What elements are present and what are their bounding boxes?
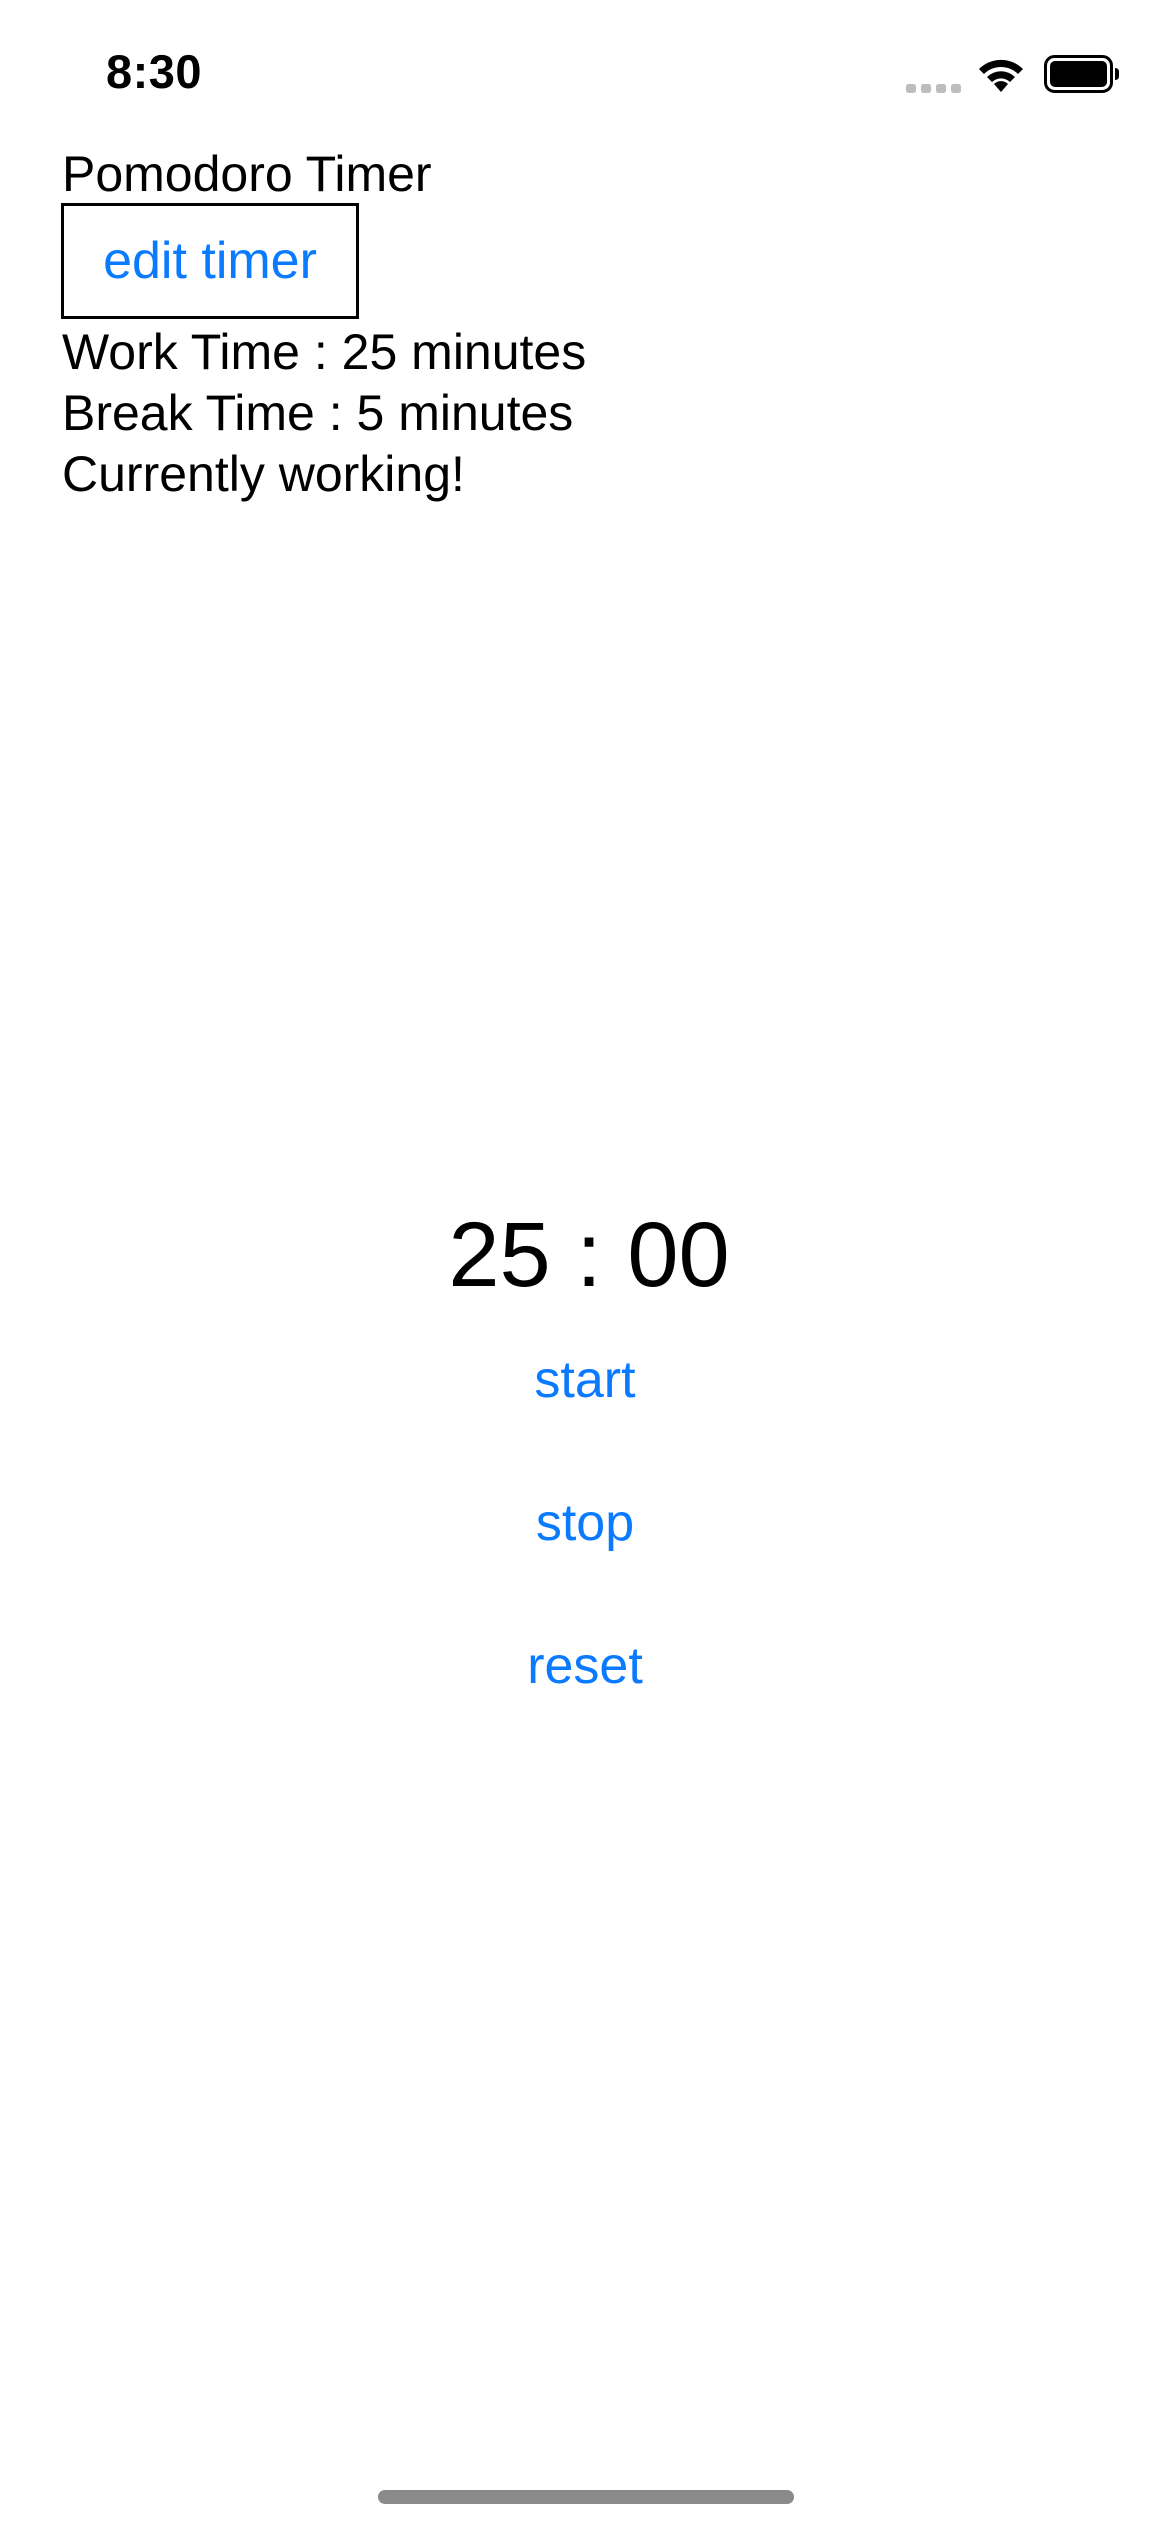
timer-status-text: Currently working!: [62, 446, 465, 502]
reset-button[interactable]: reset: [435, 1621, 735, 1711]
page-title: Pomodoro Timer: [62, 146, 432, 202]
battery-icon: [1044, 55, 1119, 93]
stop-button[interactable]: stop: [435, 1478, 735, 1568]
edit-timer-button[interactable]: edit timer: [61, 203, 359, 319]
home-indicator[interactable]: [378, 2490, 794, 2504]
timer-display: 25 : 00: [448, 1204, 730, 1306]
wifi-icon: [979, 59, 1023, 92]
work-time-label: Work Time : 25 minutes: [62, 324, 587, 380]
status-bar: 8:30: [0, 0, 1170, 150]
start-button[interactable]: start: [435, 1335, 735, 1425]
break-time-label: Break Time : 5 minutes: [62, 385, 574, 441]
signal-icon: [906, 84, 961, 93]
status-time: 8:30: [106, 45, 203, 98]
